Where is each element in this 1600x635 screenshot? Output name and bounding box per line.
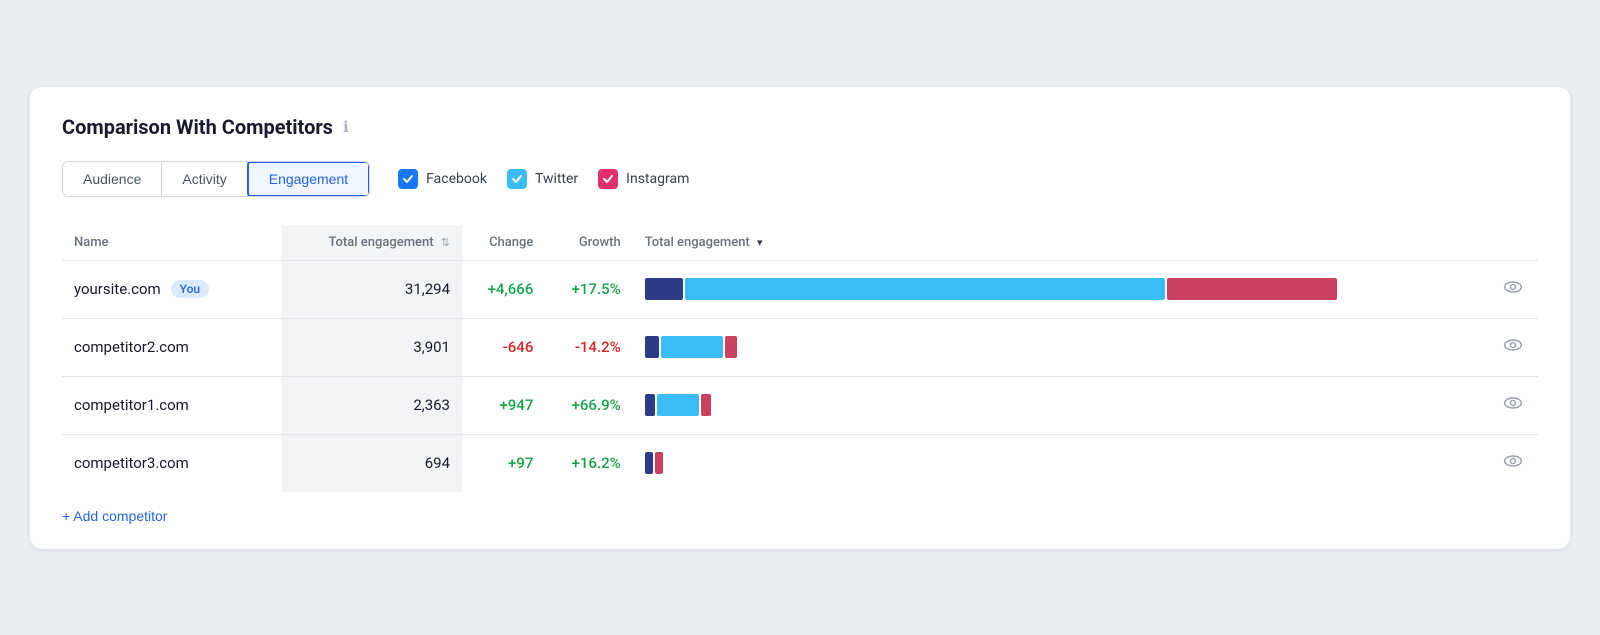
filter-instagram[interactable]: Instagram xyxy=(598,169,689,189)
tab-group: Audience Activity Engagement xyxy=(62,161,370,197)
growth-cell: +17.5% xyxy=(545,260,632,318)
tab-engagement[interactable]: Engagement xyxy=(247,161,370,197)
growth-cell: +66.9% xyxy=(545,376,632,434)
bar-segment xyxy=(725,336,737,358)
chevron-down-icon: ▾ xyxy=(757,236,763,249)
twitter-checkbox-box xyxy=(507,169,527,189)
competitors-table: Name Total engagement ⇅ Change Growth To… xyxy=(62,225,1538,492)
growth-cell: +16.2% xyxy=(545,434,632,492)
bar-container xyxy=(645,278,1476,300)
growth-cell: -14.2% xyxy=(545,318,632,376)
change-cell: -646 xyxy=(462,318,545,376)
site-name: yoursite.com xyxy=(74,280,161,298)
table-row: competitor1.com 2,363+947+66.9% xyxy=(62,376,1538,434)
bar-segment xyxy=(661,336,723,358)
tab-activity[interactable]: Activity xyxy=(162,162,247,196)
bar-segment xyxy=(685,278,1165,300)
facebook-label: Facebook xyxy=(426,171,487,187)
eye-icon xyxy=(1503,335,1523,355)
bar-container xyxy=(645,394,1476,416)
tabs-row: Audience Activity Engagement Facebook Tw… xyxy=(62,161,1538,197)
add-competitor-button[interactable]: + Add competitor xyxy=(62,508,167,524)
tab-audience[interactable]: Audience xyxy=(63,162,162,196)
table-row: competitor3.com 694+97+16.2% xyxy=(62,434,1538,492)
bar-cell xyxy=(633,260,1488,318)
bar-container xyxy=(645,452,1476,474)
bar-segment xyxy=(655,452,663,474)
site-name: competitor2.com xyxy=(74,338,189,356)
bar-segment xyxy=(645,278,683,300)
comparison-card: Comparison With Competitors ℹ Audience A… xyxy=(30,87,1570,549)
eye-cell[interactable] xyxy=(1488,318,1538,376)
total-engagement-cell: 31,294 xyxy=(282,260,462,318)
name-cell-inner: competitor1.com xyxy=(74,396,270,414)
card-header: Comparison With Competitors ℹ xyxy=(62,115,1538,139)
bar-segment xyxy=(657,394,699,416)
table-row: competitor2.com 3,901-646-14.2% xyxy=(62,318,1538,376)
name-cell: competitor1.com xyxy=(62,376,282,434)
eye-icon xyxy=(1503,277,1523,297)
table-row: yoursite.com You 31,294+4,666+17.5% xyxy=(62,260,1538,318)
filter-twitter[interactable]: Twitter xyxy=(507,169,578,189)
sort-icon: ⇅ xyxy=(441,236,450,249)
total-engagement-cell: 694 xyxy=(282,434,462,492)
bar-cell xyxy=(633,376,1488,434)
change-cell: +947 xyxy=(462,376,545,434)
eye-icon xyxy=(1503,393,1523,413)
site-name: competitor3.com xyxy=(74,454,189,472)
twitter-label: Twitter xyxy=(535,171,578,187)
bar-container xyxy=(645,336,1476,358)
name-cell-inner: competitor2.com xyxy=(74,338,270,356)
eye-cell[interactable] xyxy=(1488,434,1538,492)
name-cell: competitor2.com xyxy=(62,318,282,376)
change-cell: +4,666 xyxy=(462,260,545,318)
you-badge: You xyxy=(171,280,209,298)
bar-segment xyxy=(645,452,653,474)
bar-cell xyxy=(633,318,1488,376)
eye-icon xyxy=(1503,451,1523,471)
info-icon[interactable]: ℹ xyxy=(343,118,349,136)
name-cell: competitor3.com xyxy=(62,434,282,492)
th-name: Name xyxy=(62,225,282,261)
bar-cell xyxy=(633,434,1488,492)
name-cell-inner: yoursite.com You xyxy=(74,280,270,298)
instagram-label: Instagram xyxy=(626,171,689,187)
table-header-row: Name Total engagement ⇅ Change Growth To… xyxy=(62,225,1538,261)
bar-segment xyxy=(645,394,655,416)
bar-segment xyxy=(1167,278,1337,300)
name-cell: yoursite.com You xyxy=(62,260,282,318)
bar-segment xyxy=(645,336,659,358)
total-engagement-cell: 3,901 xyxy=(282,318,462,376)
change-cell: +97 xyxy=(462,434,545,492)
platform-filters: Facebook Twitter Instagram xyxy=(398,169,689,189)
site-name: competitor1.com xyxy=(74,396,189,414)
filter-facebook[interactable]: Facebook xyxy=(398,169,487,189)
th-total-engagement-sorted[interactable]: Total engagement ⇅ xyxy=(282,225,462,261)
th-total-engagement-bar[interactable]: Total engagement ▾ xyxy=(633,225,1488,261)
add-competitor-label: + Add competitor xyxy=(62,508,167,524)
eye-cell[interactable] xyxy=(1488,376,1538,434)
card-title: Comparison With Competitors xyxy=(62,115,333,139)
th-eye xyxy=(1488,225,1538,261)
th-change: Change xyxy=(462,225,545,261)
facebook-checkbox-box xyxy=(398,169,418,189)
th-growth: Growth xyxy=(545,225,632,261)
name-cell-inner: competitor3.com xyxy=(74,454,270,472)
eye-cell[interactable] xyxy=(1488,260,1538,318)
total-engagement-cell: 2,363 xyxy=(282,376,462,434)
bar-segment xyxy=(701,394,711,416)
instagram-checkbox-box xyxy=(598,169,618,189)
